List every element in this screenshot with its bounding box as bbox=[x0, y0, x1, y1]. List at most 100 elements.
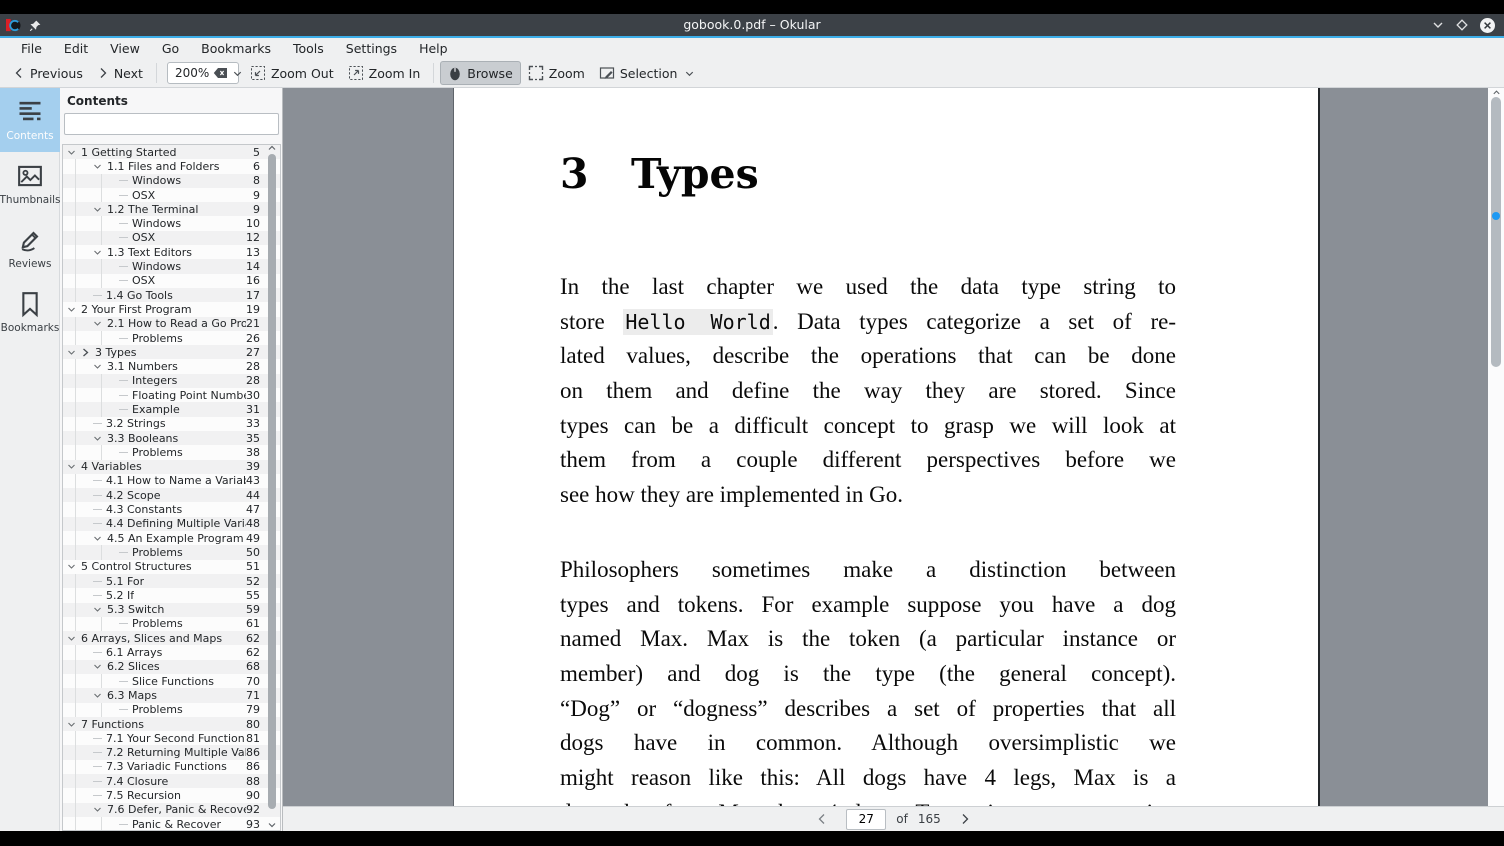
toc-item[interactable]: 6 Arrays, Slices and Maps62 bbox=[63, 631, 280, 645]
toc-item[interactable]: Integers28 bbox=[63, 374, 280, 388]
expander-icon[interactable] bbox=[67, 348, 81, 357]
expander-icon[interactable] bbox=[67, 720, 81, 729]
sidebar-item-bookmarks[interactable]: Bookmarks bbox=[0, 280, 60, 344]
expander-icon[interactable] bbox=[93, 319, 107, 328]
toc-item[interactable]: 3.1 Numbers28 bbox=[63, 359, 280, 373]
bookmark-marker-dot[interactable] bbox=[1492, 212, 1500, 220]
toc-item[interactable]: 4.2 Scope44 bbox=[63, 488, 280, 502]
toc-item[interactable]: Panic & Recover93 bbox=[63, 817, 280, 831]
chevron-down-icon[interactable] bbox=[684, 68, 695, 79]
expander-icon[interactable] bbox=[93, 362, 107, 371]
toc-item[interactable]: 4.3 Constants47 bbox=[63, 502, 280, 516]
toc-item[interactable]: 6.3 Maps71 bbox=[63, 688, 280, 702]
chevron-down-icon[interactable] bbox=[232, 68, 243, 79]
toc-item[interactable]: 5.1 For52 bbox=[63, 574, 280, 588]
previous-page-icon[interactable] bbox=[816, 813, 828, 825]
selection-tool-button[interactable]: Selection bbox=[592, 62, 703, 84]
menu-go[interactable]: Go bbox=[151, 38, 190, 59]
menu-help[interactable]: Help bbox=[408, 38, 459, 59]
zoom-level-combo[interactable]: 200% bbox=[167, 62, 239, 84]
expander-icon[interactable] bbox=[67, 462, 81, 471]
minimize-button[interactable] bbox=[1431, 18, 1445, 32]
scroll-up-icon[interactable] bbox=[1492, 88, 1501, 97]
toc-item[interactable]: 5.2 If55 bbox=[63, 588, 280, 602]
toc-item[interactable]: 3.2 Strings33 bbox=[63, 417, 280, 431]
scroll-up-icon[interactable] bbox=[267, 143, 277, 153]
toc-item[interactable]: 3.3 Booleans35 bbox=[63, 431, 280, 445]
expander-icon[interactable] bbox=[93, 162, 107, 171]
toc-item[interactable]: 1.4 Go Tools17 bbox=[63, 288, 280, 302]
previous-button[interactable]: Previous bbox=[6, 63, 90, 84]
toc-item[interactable]: Windows8 bbox=[63, 174, 280, 188]
zoom-tool-button[interactable]: Zoom bbox=[521, 62, 592, 84]
document-scrollbar[interactable] bbox=[1488, 88, 1504, 806]
toc-item[interactable]: 4 Variables39 bbox=[63, 460, 280, 474]
toc-item[interactable]: 1.2 The Terminal9 bbox=[63, 202, 280, 216]
expander-icon[interactable] bbox=[67, 148, 81, 157]
toc-item[interactable]: Problems79 bbox=[63, 703, 280, 717]
toc-item[interactable]: Problems50 bbox=[63, 545, 280, 559]
toc-item[interactable]: 3 Types27 bbox=[63, 345, 280, 359]
expander-icon[interactable] bbox=[93, 691, 107, 700]
document-view[interactable]: 3 Types In the last chapter we used the … bbox=[283, 88, 1488, 806]
browse-tool-button[interactable]: Browse bbox=[440, 61, 521, 85]
toc-item[interactable]: OSX12 bbox=[63, 231, 280, 245]
toc-scrollbar-thumb[interactable] bbox=[268, 154, 276, 809]
toc-item[interactable]: Floating Point Numbers30 bbox=[63, 388, 280, 402]
expander-icon[interactable] bbox=[93, 662, 107, 671]
menu-edit[interactable]: Edit bbox=[53, 38, 99, 59]
zoom-in-button[interactable]: Zoom In bbox=[341, 62, 428, 84]
sidebar-item-reviews[interactable]: Reviews bbox=[0, 216, 60, 280]
expander-icon[interactable] bbox=[93, 434, 107, 443]
clear-icon[interactable] bbox=[213, 67, 228, 79]
expander-icon[interactable] bbox=[93, 205, 107, 214]
toc-item[interactable]: Problems26 bbox=[63, 331, 280, 345]
toc-item[interactable]: Problems38 bbox=[63, 445, 280, 459]
zoom-out-button[interactable]: Zoom Out bbox=[243, 62, 341, 84]
expander-icon[interactable] bbox=[93, 605, 107, 614]
toc-item[interactable]: 2 Your First Program19 bbox=[63, 302, 280, 316]
expander-icon[interactable] bbox=[67, 562, 81, 571]
expander-icon[interactable] bbox=[67, 634, 81, 643]
toc-item[interactable]: 6.2 Slices68 bbox=[63, 660, 280, 674]
expander-icon[interactable] bbox=[67, 305, 81, 314]
title-bar[interactable]: gobook.0.pdf – Okular bbox=[0, 14, 1504, 36]
toc-item[interactable]: 4.5 An Example Program49 bbox=[63, 531, 280, 545]
toc-item[interactable]: Windows14 bbox=[63, 259, 280, 273]
scroll-down-icon[interactable] bbox=[267, 820, 277, 830]
expander-icon[interactable] bbox=[93, 248, 107, 257]
toc-item[interactable]: 4.1 How to Name a Variable43 bbox=[63, 474, 280, 488]
toc-item[interactable]: 7.2 Returning Multiple Values86 bbox=[63, 745, 280, 759]
toc-item[interactable]: 2.1 How to Read a Go Program21 bbox=[63, 317, 280, 331]
toc-item[interactable]: 6.1 Arrays62 bbox=[63, 645, 280, 659]
toc-item[interactable]: Windows10 bbox=[63, 216, 280, 230]
toc-item[interactable]: OSX9 bbox=[63, 188, 280, 202]
toc-item[interactable]: 7.5 Recursion90 bbox=[63, 788, 280, 802]
toc-item[interactable]: Example31 bbox=[63, 402, 280, 416]
close-button[interactable] bbox=[1479, 17, 1496, 34]
contents-search-input[interactable] bbox=[64, 113, 279, 135]
menu-settings[interactable]: Settings bbox=[335, 38, 408, 59]
toc-item[interactable]: 1.1 Files and Folders6 bbox=[63, 159, 280, 173]
toc-item[interactable]: 7.6 Defer, Panic & Recover92 bbox=[63, 803, 280, 817]
toc-item[interactable]: OSX16 bbox=[63, 274, 280, 288]
toc-item[interactable]: 7.1 Your Second Function81 bbox=[63, 731, 280, 745]
sidebar-item-contents[interactable]: Contents bbox=[0, 88, 60, 152]
toc-item[interactable]: 4.4 Defining Multiple Variables48 bbox=[63, 517, 280, 531]
toc-item[interactable]: 5.3 Switch59 bbox=[63, 603, 280, 617]
toc-item[interactable]: 5 Control Structures51 bbox=[63, 560, 280, 574]
next-page-icon[interactable] bbox=[959, 813, 971, 825]
sidebar-item-thumbnails[interactable]: Thumbnails bbox=[0, 152, 60, 216]
menu-view[interactable]: View bbox=[99, 38, 151, 59]
menu-bookmarks[interactable]: Bookmarks bbox=[190, 38, 282, 59]
current-page-input[interactable] bbox=[846, 809, 886, 830]
toc-item[interactable]: Slice Functions70 bbox=[63, 674, 280, 688]
menu-tools[interactable]: Tools bbox=[282, 38, 335, 59]
toc-item[interactable]: 7.3 Variadic Functions86 bbox=[63, 760, 280, 774]
maximize-button[interactable] bbox=[1455, 18, 1469, 32]
next-button[interactable]: Next bbox=[90, 63, 150, 84]
toc-item[interactable]: Problems61 bbox=[63, 617, 280, 631]
expander-icon[interactable] bbox=[93, 805, 107, 814]
expander-icon[interactable] bbox=[93, 534, 107, 543]
toc-item[interactable]: 1 Getting Started5 bbox=[63, 145, 280, 159]
